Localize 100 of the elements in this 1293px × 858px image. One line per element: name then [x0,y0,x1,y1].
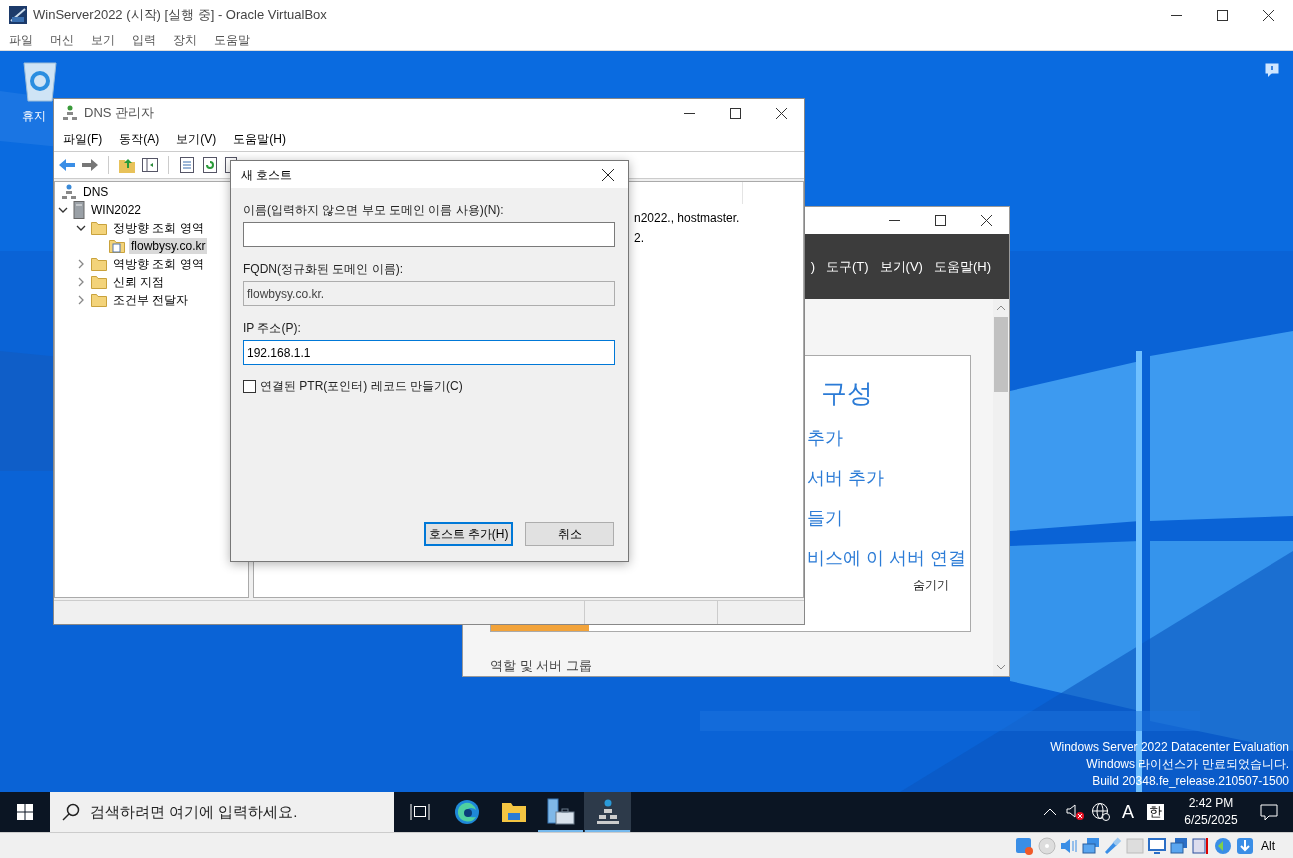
task-view-icon[interactable] [409,803,430,821]
scrollbar[interactable] [993,299,1009,676]
folder-icon [91,293,107,307]
dialog-button[interactable]: 취소 [525,522,614,546]
dns-icon[interactable] [595,799,620,825]
maximize-icon [1216,9,1228,21]
folder-up-icon[interactable] [118,156,136,174]
globe-icon[interactable] [1091,802,1111,822]
checkbox[interactable] [243,379,256,393]
menu-item[interactable]: 머신 [50,31,74,49]
server-toolbox-icon[interactable] [545,798,576,826]
forward-arrow-icon[interactable] [81,156,99,174]
tree-item[interactable]: flowbysy.co.kr [129,238,208,254]
close-icon [1262,9,1274,21]
menu-item[interactable]: 도움말(H) [233,130,286,148]
ime-indicator[interactable]: 한 [1147,804,1164,820]
section-heading: 역할 및 서버 그룹 [490,657,593,675]
back-arrow-icon[interactable] [58,156,76,174]
properties-icon[interactable] [178,156,196,174]
task-link[interactable]: 추가 [807,424,843,452]
scroll-down-icon[interactable] [996,662,1006,672]
input-field[interactable] [243,222,615,247]
dialog-title: 새 호스트 [241,166,293,184]
hide-link[interactable]: 숨기기 [913,576,970,594]
tree-item[interactable]: 정방향 조회 영역 [111,220,206,236]
maximize-icon [934,215,946,226]
usb-icon[interactable] [1103,835,1123,856]
console-tree-icon[interactable] [141,156,159,174]
refresh-icon[interactable] [201,156,219,174]
scroll-up-icon[interactable] [996,303,1006,313]
search-icon [62,803,80,821]
field-label: 이름(입력하지 않으면 부모 도메인 이름 사용)(N): [243,203,505,217]
windows-logo-icon [17,804,33,820]
app-icon [9,6,27,24]
notifications-icon[interactable] [1260,803,1278,821]
speaker-muted-icon[interactable] [1065,803,1085,821]
server-icon [73,201,85,219]
scroll-thumb[interactable] [994,317,1008,392]
folder-icon [91,275,107,289]
zone-file-icon [109,239,125,253]
watermark-text: Windows Server 2022 Datacenter Evaluation [1050,739,1289,756]
close-icon [775,107,787,119]
maximize-icon [729,107,741,119]
menu-item[interactable]: 도움말(H) [933,258,991,275]
arrows-icon[interactable] [1213,835,1233,856]
time-text: 2:42 PM [1188,795,1234,812]
menu-item[interactable]: 장치 [173,31,197,49]
menu-item[interactable]: 보기 [91,31,115,49]
input-field[interactable]: 192.168.1.1 [243,340,615,365]
task-link[interactable]: 서버 추가 [807,464,884,492]
collapse-chevron-icon[interactable] [76,223,86,233]
tree-item[interactable]: WIN2022 [89,202,144,218]
task-link[interactable]: 들기 [807,504,843,532]
checkbox-label[interactable]: 연결된 PTR(포인터) 레코드 만들기(C) [260,377,463,395]
network-icon[interactable] [1081,835,1101,856]
menu-item[interactable]: 파일 [9,31,33,49]
browser-icon[interactable] [453,799,480,825]
menu-item[interactable]: 도구(T) [826,258,869,275]
field-label: FQDN(정규화된 도메인 이름): [243,262,404,276]
close-icon [602,168,614,181]
recycle-bin-icon[interactable] [20,59,60,103]
search-field[interactable]: 검색하려면 여기에 입력하세요. [50,792,394,832]
menu-item[interactable]: 보기(V) [176,130,217,148]
dialog-button[interactable]: 호스트 추가(H) [424,522,513,546]
window-title: DNS 관리자 [84,104,155,123]
menu-item[interactable]: 파일(F) [63,130,103,148]
collapse-chevron-icon[interactable] [58,205,68,215]
task-link[interactable]: 비스에 이 서버 연결 [807,544,966,572]
menu-item[interactable]: 동작(A) [119,130,160,148]
notification-icon[interactable] [1265,63,1279,77]
record-data-text: n2022., hostmaster. [634,210,740,227]
menu-item[interactable]: 보기(V) [879,258,923,275]
hard-disk-icon[interactable] [1015,835,1035,856]
watermark-text: Windows 라이선스가 만료되었습니다. [1086,756,1289,773]
watermark-text: Build 20348.fe_release.210507-1500 [1092,773,1289,790]
clock[interactable]: 2:42 PM 6/25/2025 [1176,795,1246,829]
menu-item[interactable]: 도움말 [214,31,250,49]
tree-item[interactable]: 역방향 조회 영역 [111,256,206,272]
field-label: IP 주소(P): [243,321,302,335]
windows-icon[interactable] [1169,835,1189,856]
taskbar-app-button[interactable] [584,792,631,832]
input-mode-indicator[interactable]: A [1117,798,1139,826]
placeholder-text: 검색하려면 여기에 입력하세요. [90,801,298,822]
display-icon[interactable] [1147,835,1167,856]
close-icon [980,215,992,226]
menu-item[interactable]: ) [810,258,815,275]
expand-chevron-icon[interactable] [76,277,86,287]
menu-item[interactable]: 입력 [132,31,156,49]
window-title: WinServer2022 (시작) [실행 중] - Oracle VirtualBox [33,6,327,25]
host-key-label: Alt [1261,837,1275,855]
desktop-icon-label[interactable]: 휴지 [22,107,46,125]
chevron-up-icon[interactable] [1043,807,1057,817]
expand-chevron-icon[interactable] [76,259,86,269]
tree-item[interactable]: 신뢰 지점 [111,274,167,290]
tree-item[interactable]: 조건부 전달자 [111,292,191,308]
tree-item[interactable]: DNS [81,184,111,200]
folder-icon[interactable] [500,801,527,823]
folder-icon [91,221,107,235]
expand-chevron-icon[interactable] [76,295,86,305]
download-icon[interactable] [1235,835,1255,856]
